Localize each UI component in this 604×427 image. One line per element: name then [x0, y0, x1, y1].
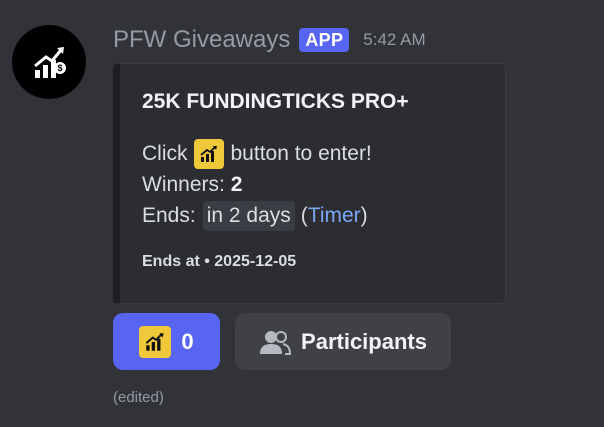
avatar[interactable]: $ — [12, 25, 86, 99]
ends-line: Ends: in 2 days (Timer) — [142, 201, 368, 231]
app-badge: APP — [299, 28, 350, 52]
message: $ PFW Giveaways APP 5:42 AM 25K FUNDINGT… — [0, 0, 604, 427]
winners-label: Winners: — [142, 173, 225, 196]
giveaway-embed: 25K FUNDINGTICKS PRO+ Click button to en… — [113, 63, 506, 304]
chart-arrow-emoji-icon — [193, 139, 224, 169]
svg-text:$: $ — [57, 63, 62, 73]
embed-title: 25K FUNDINGTICKS PRO+ — [142, 90, 409, 113]
chart-arrow-icon: $ — [34, 47, 66, 78]
timer-link[interactable]: Timer — [308, 201, 361, 231]
edited-indicator: (edited) — [113, 389, 164, 406]
participants-label: Participants — [301, 328, 427, 354]
message-header: PFW Giveaways APP 5:42 AM — [113, 26, 426, 54]
embed-footer: Ends at • 2025-12-05 — [142, 253, 297, 270]
enter-giveaway-button[interactable]: 0 — [113, 313, 220, 370]
enter-instruction: Click button to enter! — [142, 139, 372, 169]
click-prefix: Click — [142, 142, 188, 165]
entry-count: 0 — [181, 328, 194, 354]
users-icon — [260, 330, 292, 355]
click-suffix: button to enter! — [230, 142, 372, 165]
winners-line: Winners: 2 — [142, 170, 242, 200]
ends-label: Ends: — [142, 204, 196, 227]
relative-time[interactable]: in 2 days — [202, 201, 295, 231]
paren-open: ( — [300, 204, 308, 227]
paren-close: ) — [360, 204, 368, 227]
message-timestamp[interactable]: 5:42 AM — [363, 26, 425, 54]
participants-button[interactable]: Participants — [235, 313, 451, 370]
author-name[interactable]: PFW Giveaways — [113, 26, 290, 54]
winners-value: 2 — [230, 173, 243, 196]
chart-arrow-emoji-icon — [139, 325, 172, 358]
